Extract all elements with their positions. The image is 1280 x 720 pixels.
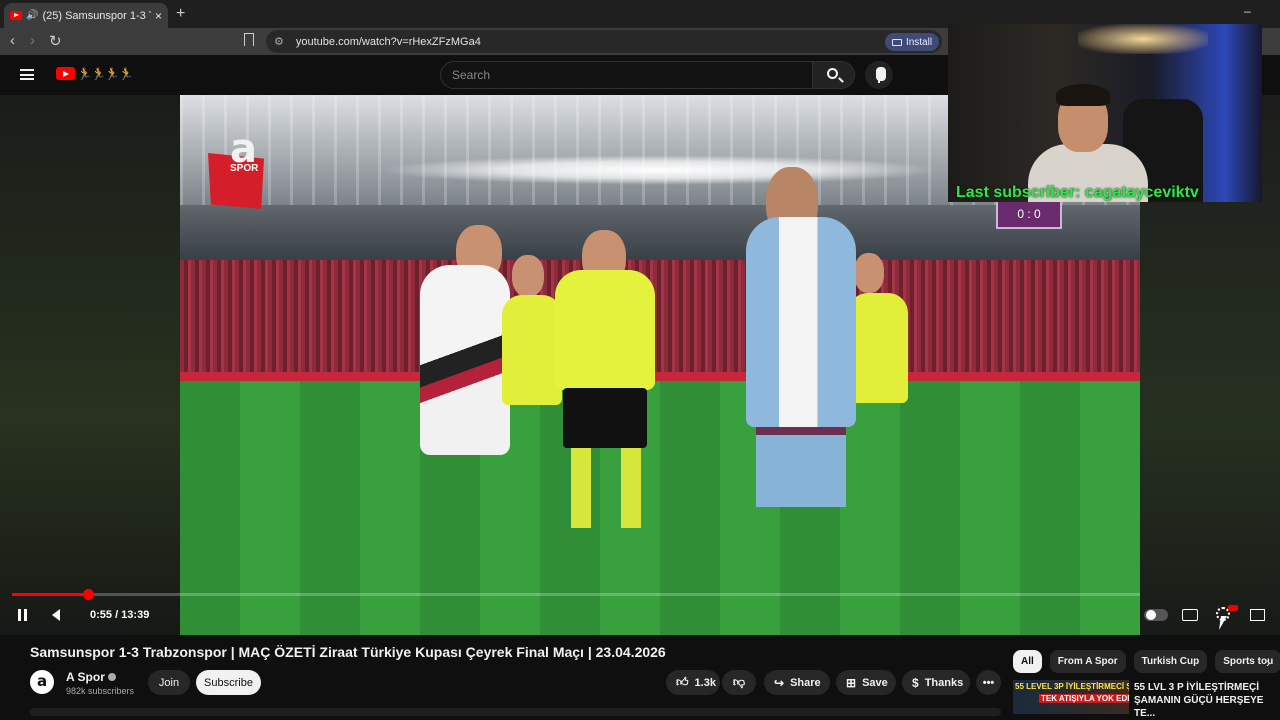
share-button[interactable]: ↪ Share	[764, 670, 830, 695]
chip-all[interactable]: All	[1013, 650, 1042, 673]
back-button[interactable]: ‹	[10, 32, 15, 49]
share-icon: ↪	[774, 675, 785, 690]
pitch	[180, 381, 1140, 635]
scoreboard: 0 : 0	[996, 199, 1062, 229]
search-button[interactable]	[813, 61, 855, 89]
progress-scrubber[interactable]	[82, 589, 94, 600]
youtube-doodle[interactable]: 🏃🏃🏃🏃	[77, 67, 134, 81]
like-count: 1.3k	[694, 676, 716, 689]
share-label: Share	[790, 676, 821, 689]
channel-name-text[interactable]: A Spor	[66, 670, 105, 684]
search-placeholder: Search	[452, 68, 491, 82]
subtitles-icon[interactable]	[1182, 609, 1198, 621]
thumbnail-text-1: 55 LEVEL 3P İYİLEŞTİRMECİ ŞAMAN	[1015, 682, 1129, 691]
streamer-webcam: Last subscriber: cagatayceviktv	[948, 24, 1262, 202]
tab-close-icon[interactable]: ×	[155, 9, 162, 23]
assistant-referee-left	[502, 255, 562, 585]
ad-board	[180, 372, 1140, 381]
ambient-left	[0, 95, 180, 635]
progress-bar[interactable]	[12, 589, 1140, 600]
stadium-lights	[380, 155, 940, 185]
time-display: 0:55 / 13:39	[90, 609, 150, 621]
like-button[interactable]: 👍︎ 1.3k	[666, 670, 720, 695]
recommendation-title[interactable]: 55 LVL 3 P İYİLEŞTİRMEÇİ ŞAMANIN GÜÇÜ HE…	[1134, 681, 1274, 720]
super-thanks-icon: $	[912, 675, 919, 690]
thumbs-up-icon: 👍︎	[676, 675, 689, 689]
bookmark-icon[interactable]	[244, 33, 254, 46]
volume-button[interactable]	[52, 605, 68, 625]
stadium-crowd	[180, 260, 1140, 375]
thanks-label: Thanks	[924, 676, 964, 689]
subscriber-count: 982k subscribers	[66, 686, 135, 696]
thumbnail-text-2: TEK ATIŞIYLA YOK EDEN GÜÇ!	[1039, 694, 1129, 703]
fullscreen-icon[interactable]	[1250, 609, 1265, 621]
thanks-button[interactable]: $ Thanks	[902, 670, 970, 695]
page-bottom-bar	[30, 708, 1001, 716]
save-button[interactable]: ⊞ Save	[836, 670, 896, 695]
chip-turkish-cup[interactable]: Turkish Cup	[1133, 650, 1208, 673]
recommendation-chips: All From A Spor Turkish Cup Sports tou	[1013, 650, 1280, 674]
tab-title: (25) Samsunspor 1-3 Trabzon	[42, 9, 151, 22]
save-label: Save	[862, 676, 888, 689]
install-label: Install	[905, 36, 933, 48]
bookmark-save-icon: ⊞	[846, 675, 857, 690]
youtube-favicon-icon	[10, 11, 22, 20]
address-bar[interactable]: ⚙ youtube.com/watch?v=rHexZFzMGa4	[266, 30, 942, 53]
recommendation-thumbnail[interactable]: 55 LEVEL 3P İYİLEŞTİRMECİ ŞAMAN TEK ATIŞ…	[1013, 680, 1129, 714]
install-icon	[891, 38, 902, 46]
assistant-referee-right	[848, 253, 908, 613]
channel-avatar[interactable]: a	[30, 670, 54, 694]
trabzonspor-player	[746, 167, 856, 635]
reload-button[interactable]: ↻	[49, 32, 62, 50]
forward-button[interactable]: ›	[30, 32, 35, 49]
progress-fill	[12, 593, 88, 596]
search-icon	[827, 68, 838, 79]
more-actions-button[interactable]: •••	[976, 670, 1001, 695]
url-text: youtube.com/watch?v=rHexZFzMGa4	[295, 35, 481, 48]
new-tab-button[interactable]: +	[176, 5, 185, 23]
site-info-icon[interactable]: ⚙	[274, 35, 284, 48]
video-title: Samsunspor 1-3 Trabzonspor | MAÇ ÖZETİ Z…	[30, 644, 666, 660]
broadcaster-sub: SPOR	[230, 163, 259, 174]
youtube-logo-icon[interactable]	[56, 67, 75, 80]
volume-icon	[52, 609, 60, 621]
minimize-button[interactable]: –	[1244, 4, 1251, 18]
thumbs-down-icon: 👎︎	[732, 675, 746, 689]
join-button[interactable]: Join	[148, 670, 190, 695]
pause-button[interactable]	[18, 605, 32, 625]
ceiling-light	[1078, 24, 1208, 54]
voice-search-icon[interactable]	[865, 61, 893, 89]
channel-name[interactable]: A Spor	[66, 670, 116, 684]
subscribe-button[interactable]: Subscribe	[196, 670, 261, 695]
last-subscriber-caption: Last subscriber: cagatayceviktv	[956, 184, 1199, 201]
install-button[interactable]: Install	[885, 33, 939, 51]
chip-from-a-spor[interactable]: From A Spor	[1049, 650, 1126, 673]
audio-playing-icon[interactable]: 🔊	[26, 10, 38, 21]
browser-tab[interactable]: 🔊 (25) Samsunspor 1-3 Trabzon ×	[4, 3, 168, 28]
chips-next-icon[interactable]: ›	[1266, 654, 1271, 670]
search-input[interactable]: Search	[440, 61, 813, 89]
dislike-button[interactable]: 👎︎	[722, 670, 756, 695]
menu-icon[interactable]	[20, 69, 34, 80]
a-spor-watermark: a SPOR	[230, 129, 272, 179]
verified-icon	[107, 673, 116, 681]
streamer-hair	[1056, 84, 1110, 106]
hd-badge	[1228, 605, 1238, 611]
samsunspor-player	[420, 225, 510, 635]
autoplay-toggle[interactable]	[1144, 609, 1168, 621]
referee	[555, 230, 655, 630]
